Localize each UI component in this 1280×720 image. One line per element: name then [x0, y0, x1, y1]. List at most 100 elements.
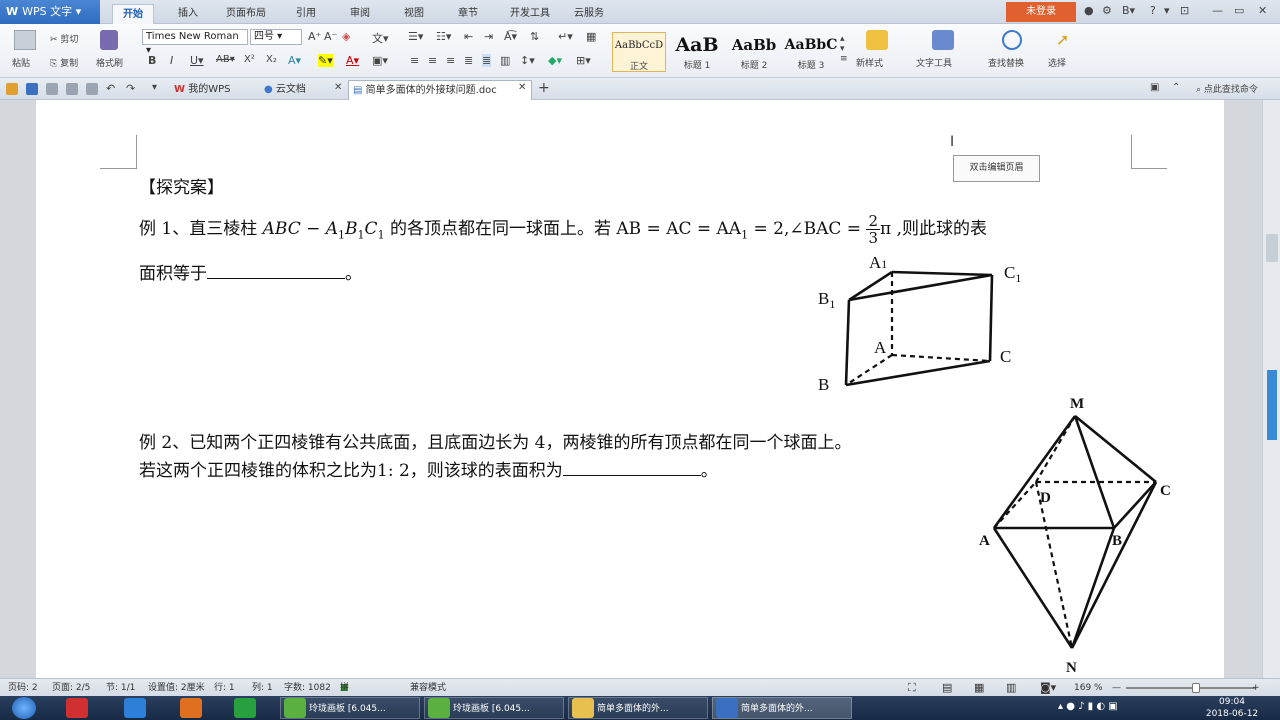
- new-style-label[interactable]: 新样式: [856, 56, 883, 69]
- align-right-icon[interactable]: ≡: [446, 54, 455, 67]
- media-player-icon[interactable]: [66, 698, 88, 718]
- paste-label[interactable]: 粘贴: [12, 56, 30, 69]
- superscript-icon[interactable]: X²: [244, 54, 255, 65]
- presentation-app-icon[interactable]: [180, 698, 202, 718]
- scrollbar-thumb[interactable]: [1266, 234, 1278, 262]
- align-center-icon[interactable]: ≡: [428, 54, 437, 67]
- quick-access-dropdown-icon[interactable]: ▾: [152, 82, 157, 93]
- page-view-icon[interactable]: ▤: [942, 679, 952, 697]
- shading-icon[interactable]: ◆▾: [548, 54, 562, 67]
- ie-browser-icon[interactable]: [124, 698, 146, 718]
- format-painter-label[interactable]: 格式刷: [96, 56, 123, 69]
- print-preview-icon[interactable]: [86, 83, 98, 95]
- status-word-count[interactable]: 字数: 1082: [284, 679, 331, 697]
- skin-icon[interactable]: ●: [1084, 4, 1094, 17]
- fullscreen-icon[interactable]: ⛶: [908, 679, 916, 697]
- select-label[interactable]: 选择: [1048, 56, 1066, 69]
- tab-review[interactable]: 审阅: [340, 4, 380, 24]
- distributed-icon[interactable]: ≣: [482, 54, 492, 67]
- find-replace-label[interactable]: 查找替换: [988, 56, 1024, 69]
- find-command-box[interactable]: ⌕ 点此查找命令: [1196, 82, 1258, 95]
- login-button[interactable]: 未登录: [1006, 2, 1076, 22]
- font-size-select[interactable]: 四号 ▾: [250, 29, 302, 45]
- border-icon[interactable]: ⊞▾: [576, 54, 591, 67]
- tab-references[interactable]: 引用: [286, 4, 326, 24]
- styles-scroll-icon[interactable]: ▴ ▾ ≡: [840, 34, 848, 64]
- answer-blank-1[interactable]: [207, 267, 345, 279]
- style-heading-3[interactable]: AaBbC 标题 3: [784, 32, 838, 72]
- style-normal[interactable]: AaBbCcD 正文: [612, 32, 666, 72]
- format-painter-icon[interactable]: [100, 30, 118, 50]
- copy-button[interactable]: ⎘ 复制: [50, 56, 78, 69]
- backup-icon[interactable]: B▾: [1122, 4, 1135, 17]
- highlight-icon[interactable]: ✎▾: [318, 54, 333, 67]
- zoom-slider-handle[interactable]: [1192, 683, 1200, 693]
- select-cursor-icon[interactable]: ➚: [1056, 30, 1069, 49]
- style-heading-2[interactable]: AaBb 标题 2: [726, 32, 782, 72]
- green-app-icon[interactable]: [234, 698, 256, 718]
- tab-cloud[interactable]: 云服务: [564, 4, 614, 24]
- doc-tab-cloud-docs[interactable]: ● 云文档: [260, 80, 342, 100]
- chevron-down-icon[interactable]: ▾: [1164, 4, 1170, 17]
- text-effect-icon[interactable]: A▾: [288, 54, 301, 67]
- tab-page-layout[interactable]: 页面布局: [216, 4, 276, 24]
- tab-chapter[interactable]: 章节: [448, 4, 488, 24]
- text-tools-icon[interactable]: [932, 30, 954, 50]
- side-panel-handle[interactable]: [1267, 370, 1277, 440]
- doc-tab-current[interactable]: ▤ 简单多面体的外接球问题.doc: [348, 80, 532, 100]
- maximize-icon[interactable]: ▭: [1234, 4, 1244, 17]
- outline-view-icon[interactable]: ▦: [974, 679, 984, 697]
- bullets-icon[interactable]: ☰▾: [408, 30, 423, 43]
- tray-icons[interactable]: ▴ ● ♪ ▮ ◐ ▣: [1058, 701, 1118, 712]
- tab-developer[interactable]: 开发工具: [500, 4, 560, 24]
- justify-icon[interactable]: ≣: [464, 54, 473, 67]
- italic-icon[interactable]: I: [170, 54, 173, 67]
- feedback-icon[interactable]: ▣: [1150, 82, 1159, 93]
- tab-insert[interactable]: 插入: [168, 4, 208, 24]
- web-view-icon[interactable]: ▥: [1006, 679, 1016, 697]
- output-pdf-icon[interactable]: [46, 83, 58, 95]
- underline-icon[interactable]: U▾: [190, 54, 204, 67]
- decrease-indent-icon[interactable]: ⇤: [464, 30, 473, 43]
- help-icon[interactable]: ?: [1150, 4, 1156, 17]
- zoom-in-icon[interactable]: +: [1252, 679, 1260, 697]
- grow-font-icon[interactable]: A⁺: [308, 30, 321, 43]
- clear-format-icon[interactable]: ◈: [342, 30, 350, 43]
- bold-icon[interactable]: B: [148, 54, 156, 67]
- save-icon[interactable]: [26, 83, 38, 95]
- wps-app-menu[interactable]: W WPS 文字 ▾: [0, 0, 100, 24]
- print-icon[interactable]: [66, 83, 78, 95]
- subscript-icon[interactable]: X₂: [266, 54, 277, 65]
- find-replace-icon[interactable]: [1002, 30, 1022, 50]
- doc-tab-my-wps[interactable]: W 我的WPS: [170, 80, 258, 100]
- restore-ribbon-icon[interactable]: ⊡: [1180, 4, 1189, 17]
- column-icon[interactable]: ▥: [500, 54, 510, 67]
- tab-home[interactable]: 开始: [112, 4, 154, 24]
- zoom-level[interactable]: 169 %: [1074, 679, 1103, 697]
- zoom-slider[interactable]: [1126, 687, 1256, 689]
- new-tab-icon[interactable]: +: [538, 80, 550, 96]
- close-icon[interactable]: ✕: [1258, 4, 1267, 17]
- pinyin-icon[interactable]: 文▾: [372, 30, 389, 46]
- zoom-out-icon[interactable]: —: [1112, 679, 1121, 697]
- close-tab-icon[interactable]: ✕: [518, 82, 526, 93]
- strikethrough-icon[interactable]: AB▾: [216, 54, 235, 65]
- eye-protect-icon[interactable]: ◙▾: [1040, 679, 1056, 697]
- close-tab-icon[interactable]: ✕: [334, 82, 342, 93]
- font-color-icon[interactable]: A▾: [346, 54, 359, 67]
- cut-button[interactable]: ✂ 剪切: [50, 32, 78, 45]
- increase-indent-icon[interactable]: ⇥: [484, 30, 493, 43]
- font-name-select[interactable]: Times New Roman ▾: [142, 29, 248, 56]
- shrink-font-icon[interactable]: A⁻: [324, 30, 337, 43]
- show-marks-icon[interactable]: ↵▾: [558, 30, 573, 43]
- text-direction-icon[interactable]: A͡▾: [504, 30, 517, 43]
- text-tools-label[interactable]: 文字工具: [916, 56, 952, 69]
- answer-blank-2[interactable]: [562, 464, 701, 476]
- style-heading-1[interactable]: AaB 标题 1: [670, 32, 724, 72]
- char-border-icon[interactable]: ▣▾: [372, 54, 388, 67]
- paste-icon[interactable]: [14, 30, 36, 50]
- collapse-icon[interactable]: ⌃: [1172, 82, 1180, 93]
- open-icon[interactable]: [6, 83, 18, 95]
- align-left-icon[interactable]: ≡: [410, 54, 419, 67]
- numbering-icon[interactable]: ☷▾: [436, 30, 451, 43]
